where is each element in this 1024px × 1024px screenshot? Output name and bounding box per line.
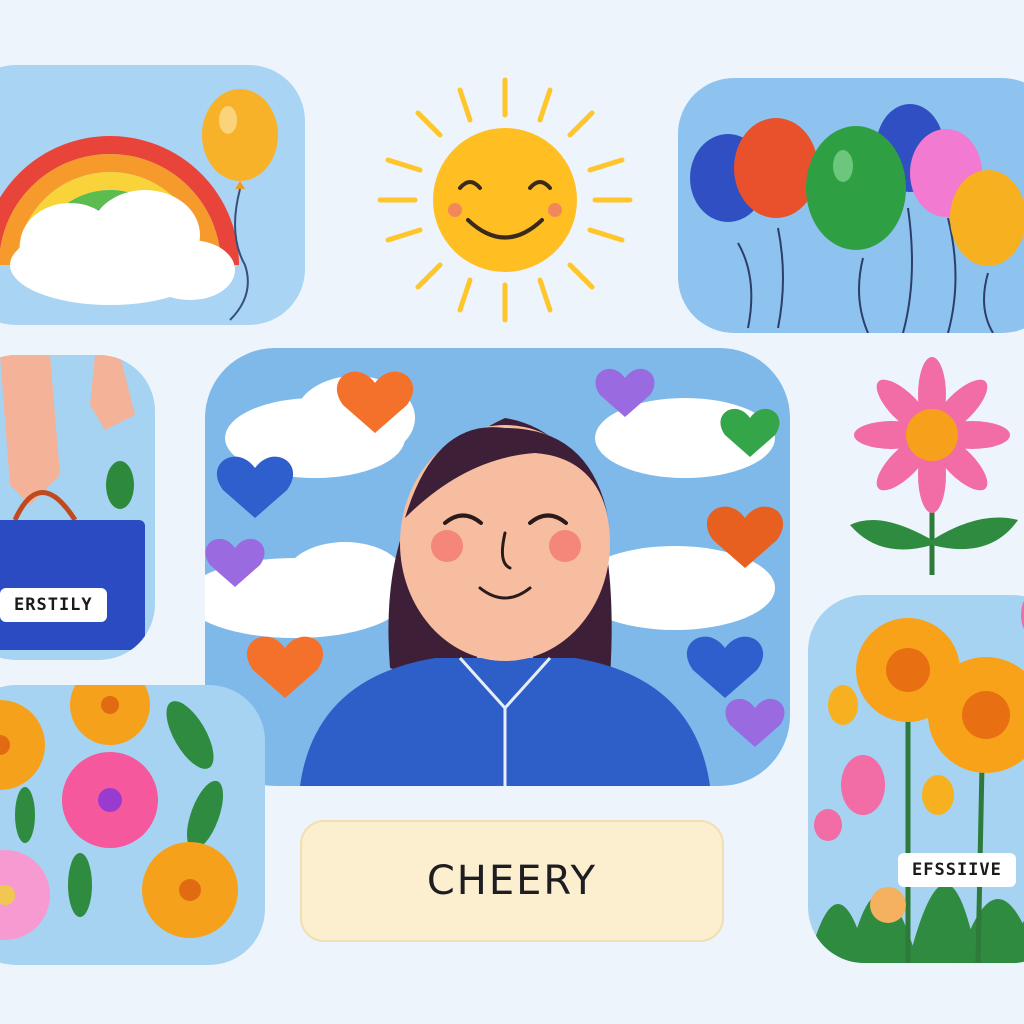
flowers-panel-left [0, 685, 265, 965]
flowers-tag: EFSSIIVE [898, 853, 1016, 887]
center-word-label: CHEERY [300, 820, 724, 942]
portrait-panel [205, 348, 790, 786]
balloons-panel [678, 78, 1024, 333]
illustration-canvas: ERSTILY CHEERY EFSSIIVE [0, 0, 1024, 1024]
sun-icon [360, 70, 650, 330]
rainbow-panel [0, 65, 305, 325]
bag-tag: ERSTILY [0, 588, 107, 622]
flowers-panel-right [808, 595, 1024, 963]
flower-icon [840, 350, 1024, 580]
